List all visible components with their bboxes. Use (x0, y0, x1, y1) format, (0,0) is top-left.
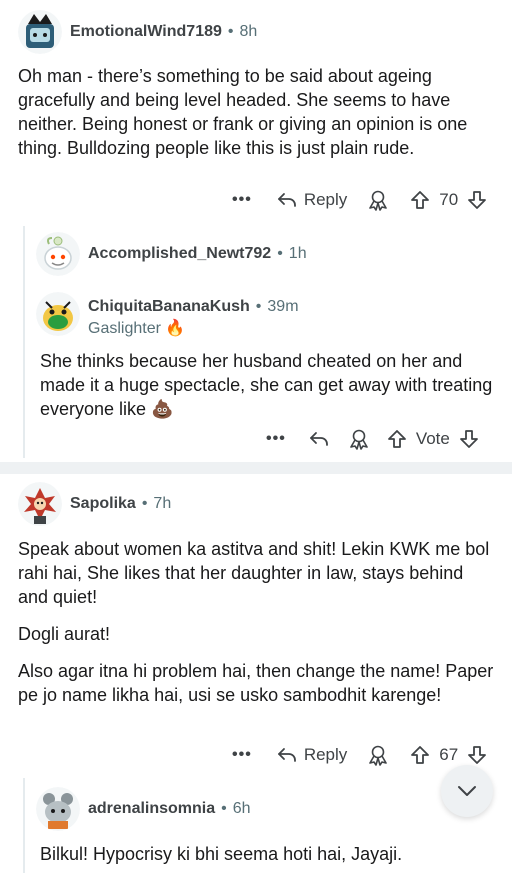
username[interactable]: Accomplished_Newt792 (88, 245, 271, 263)
avatar[interactable] (36, 787, 80, 831)
award-button[interactable] (348, 428, 370, 450)
thread-separator (0, 462, 512, 474)
reply-button[interactable]: Reply (276, 744, 347, 766)
downvote-button[interactable] (458, 428, 480, 450)
reply-button[interactable]: Reply (276, 189, 347, 211)
comment-body: Bilkul! Hypocrisy ki bhi seema hoti hai,… (40, 842, 495, 866)
award-icon (369, 190, 388, 211)
reply-icon (277, 748, 296, 762)
upvote-icon (411, 746, 430, 764)
timestamp: 39m (267, 298, 299, 315)
comment-body: Oh man - there’s something to be said ab… (18, 64, 494, 160)
vote-label: Vote (415, 429, 450, 448)
comment-paragraph: She thinks because her husband cheated o… (40, 351, 493, 419)
comment-actions: ••• Vote (266, 425, 480, 453)
comment-header: adrenalinsomnia • 6h (36, 787, 251, 831)
comment-paragraph: Also agar itna hi problem hai, then chan… (18, 661, 494, 705)
comment-header: EmotionalWind7189 • 8h (18, 10, 257, 54)
reply-icon (277, 193, 296, 207)
downvote-icon (468, 191, 487, 209)
vote-count: 70 (439, 190, 459, 209)
more-options-button[interactable]: ••• (232, 191, 252, 209)
comment-header: ChiquitaBananaKush • 39m Gaslighter 🔥 (36, 292, 299, 338)
meta-separator: • (221, 800, 227, 817)
meta-separator: • (277, 245, 283, 262)
upvote-icon (387, 430, 406, 448)
reply-button[interactable] (308, 428, 330, 450)
comment-actions: ••• Reply 67 (232, 741, 488, 769)
thread-line[interactable] (23, 226, 25, 458)
username[interactable]: adrenalinsomnia (88, 800, 215, 818)
meta-separator: • (255, 298, 262, 315)
meta-separator: • (227, 23, 234, 40)
avatar[interactable] (36, 232, 80, 276)
username[interactable]: ChiquitaBananaKush (88, 298, 250, 316)
timestamp: 8h (239, 23, 258, 40)
meta-separator: • (141, 495, 148, 512)
downvote-button[interactable] (466, 744, 488, 766)
comment-paragraph: Dogli aurat! (18, 624, 111, 644)
timestamp: 1h (288, 245, 307, 262)
upvote-button[interactable] (386, 428, 408, 450)
timestamp: 6h (232, 800, 251, 817)
avatar[interactable] (18, 482, 62, 526)
reply-label: Reply (303, 190, 348, 209)
scroll-down-button[interactable] (441, 765, 493, 817)
comment-body: Speak about women ka astitva and shit! L… (18, 537, 498, 707)
more-options-button[interactable]: ••• (232, 746, 252, 764)
user-flair: Gaslighter 🔥 (88, 320, 186, 337)
thread-line[interactable] (23, 778, 25, 873)
award-icon (369, 745, 388, 766)
reply-label: Reply (303, 745, 348, 764)
vote-count: 67 (439, 745, 459, 764)
more-options-button[interactable]: ••• (266, 430, 286, 448)
reply-icon (309, 432, 328, 446)
chevron-down-icon (458, 786, 476, 796)
comment-header: Accomplished_Newt792 • 1h (36, 232, 307, 276)
comment-paragraph: Speak about women ka astitva and shit! L… (18, 539, 490, 607)
downvote-button[interactable] (466, 189, 488, 211)
username[interactable]: Sapolika (70, 495, 136, 513)
comment-body: She thinks because her husband cheated o… (40, 349, 495, 421)
timestamp: 7h (153, 495, 172, 512)
comment-header: Sapolika • 7h (18, 482, 171, 526)
award-icon (350, 429, 368, 450)
avatar[interactable] (36, 292, 80, 336)
upvote-icon (411, 191, 430, 209)
comment-paragraph: Bilkul! Hypocrisy ki bhi seema hoti hai,… (40, 844, 403, 864)
award-button[interactable] (367, 744, 389, 766)
upvote-button[interactable] (409, 189, 431, 211)
comment-actions: ••• Reply 70 (232, 186, 488, 214)
avatar[interactable] (18, 10, 62, 54)
award-button[interactable] (367, 189, 389, 211)
comment-paragraph: Oh man - there’s something to be said ab… (18, 66, 468, 158)
upvote-button[interactable] (409, 744, 431, 766)
downvote-icon (468, 746, 487, 764)
downvote-icon (459, 430, 478, 448)
username[interactable]: EmotionalWind7189 (70, 23, 222, 41)
